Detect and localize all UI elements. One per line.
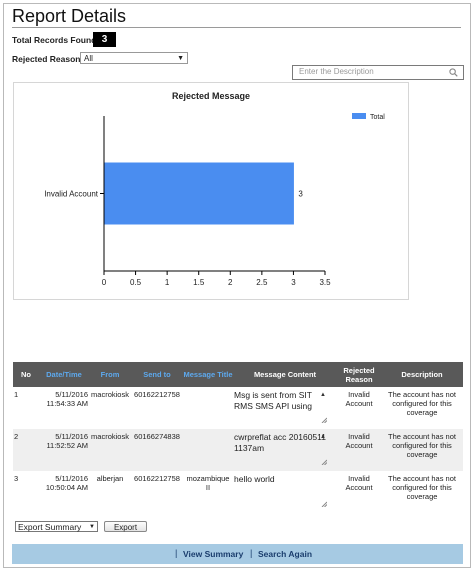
table-row: 2 5/11/2016 11:52:52 AM macrokiosk 601662… [13,429,463,471]
cell-no: 3 [14,474,19,483]
footer-bar: | View Summary | Search Again [12,544,463,564]
cell-message-title [183,429,233,471]
footer-separator: | [175,548,178,558]
footer-separator: | [250,548,253,558]
cell-message-title [183,387,233,429]
cell-no: 2 [14,432,19,441]
page-title: Report Details [12,6,127,26]
category-label: Invalid Account [44,190,99,199]
search-placeholder: Enter the Description [299,67,374,76]
export-summary-value: Export Summary [18,522,82,532]
cell-time: 11:54:33 AM [46,399,88,408]
dropdown-arrow-icon: ▼ [177,55,184,62]
table-row: 1 5/11/2016 11:54:33 AM macrokiosk 601622… [13,387,463,429]
cell-send-to: 60162212758 [134,474,180,483]
report-table-wrapper: No Date/Time From Send to Message Title … [13,362,463,513]
cell-description: The account has not configured for this … [388,390,456,417]
cell-rejected-reason: Invalid Account [345,474,373,492]
header-send-to[interactable]: Send to [131,362,183,387]
rejected-message-chart: Rejected Message Total 0 0.5 1 1.5 2 2.5 3 3.5 I… [13,82,409,300]
x-tick-label: 3 [291,278,296,287]
header-rejected-reason: Rejected Reason [343,365,375,384]
report-table: No Date/Time From Send to Message Title … [13,362,463,513]
message-content-text: cwrpreflat acc 20160511 1137am [234,432,326,453]
message-content-text: hello world [234,474,275,484]
resize-grip-icon[interactable] [321,417,327,423]
export-summary-select[interactable]: Export Summary ▼ [15,521,98,532]
cell-no: 1 [14,390,19,399]
x-tick-label: 1 [165,278,170,287]
cell-from: macrokiosk [91,432,129,441]
resize-grip-icon[interactable] [321,459,327,465]
legend-swatch [352,113,366,119]
cell-description: The account has not configured for this … [388,432,456,459]
header-message-content: Message Content [253,370,317,379]
x-tick-label: 3.5 [319,278,331,287]
scroll-up-icon[interactable]: ▲ [320,390,328,401]
legend-label: Total [370,114,385,121]
x-tick-label: 2.5 [256,278,268,287]
x-tick-label: 2 [228,278,233,287]
export-button[interactable]: Export [104,521,147,532]
header-from[interactable]: From [89,362,131,387]
resize-grip-icon[interactable] [321,501,327,507]
header-description: Description [401,370,443,379]
cell-from: alberjan [96,474,124,483]
title-divider [12,27,461,28]
cell-rejected-reason: Invalid Account [345,390,373,408]
message-content-textarea[interactable]: cwrpreflat acc 20160511 1137am ▲ [234,432,328,466]
message-content-textarea[interactable]: hello world [234,474,328,508]
cell-message-title: mozambique II [186,474,230,492]
table-row: 3 5/11/2016 10:50:04 AM alberjan 60162212… [13,471,463,513]
header-message-title[interactable]: Message Title [183,362,233,387]
cell-time: 11:52:52 AM [46,441,88,450]
message-content-textarea[interactable]: Msg is sent from SIT RMS SMS API using ▲ [234,390,328,424]
search-again-link[interactable]: Search Again [258,549,312,559]
chart-title: Rejected Message [172,91,250,101]
rejected-reason-select[interactable]: All ▼ [80,52,188,64]
rejected-reason-label: Rejected Reason: [12,54,84,64]
search-icon[interactable] [449,68,458,77]
x-tick-label: 0.5 [130,278,142,287]
cell-date: 5/11/2016 [55,390,88,399]
description-search-input[interactable]: Enter the Description [292,65,464,80]
cell-send-to: 60166274838 [134,432,180,441]
x-tick-label: 0 [102,278,107,287]
x-tick-label: 1.5 [193,278,205,287]
total-records-count: 3 [93,32,116,47]
table-header-row: No Date/Time From Send to Message Title … [13,362,463,387]
view-summary-link[interactable]: View Summary [183,549,243,559]
chart-canvas: Rejected Message Total 0 0.5 1 1.5 2 2.5 3 3.5 I… [44,91,385,287]
total-records-label: Total Records Found: [12,35,100,45]
scroll-up-icon[interactable]: ▲ [320,432,328,443]
cell-description: The account has not configured for this … [388,474,456,501]
cell-date: 5/11/2016 [55,432,88,441]
cell-time: 10:50:04 AM [45,483,88,492]
cell-date: 5/11/2016 [55,474,88,483]
header-date-time[interactable]: Date/Time [39,362,89,387]
cell-send-to: 60162212758 [134,390,180,399]
data-label: 3 [298,190,303,199]
header-no: No [21,370,31,379]
chart-marks: 0 0.5 1 1.5 2 2.5 3 3.5 Invalid Account 3 [44,162,331,287]
rejected-reason-value: All [84,54,93,63]
dropdown-arrow-icon: ▼ [89,524,95,530]
cell-rejected-reason: Invalid Account [345,432,373,450]
cell-from: macrokiosk [91,390,129,399]
message-content-text: Msg is sent from SIT RMS SMS API using [234,390,312,411]
bar-invalid-account [104,162,294,225]
